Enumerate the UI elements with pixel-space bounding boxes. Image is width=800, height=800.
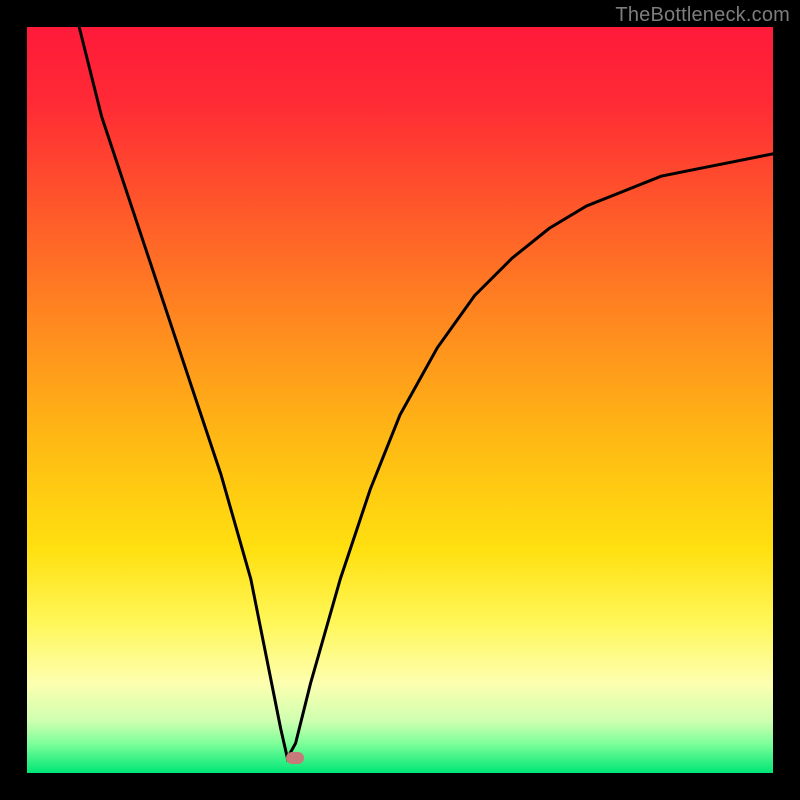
- gradient-rect: [27, 27, 773, 773]
- attribution-text: TheBottleneck.com: [615, 4, 790, 27]
- bottleneck-chart: [27, 27, 773, 773]
- vertex-marker: [286, 752, 304, 764]
- plot-frame: [27, 27, 773, 773]
